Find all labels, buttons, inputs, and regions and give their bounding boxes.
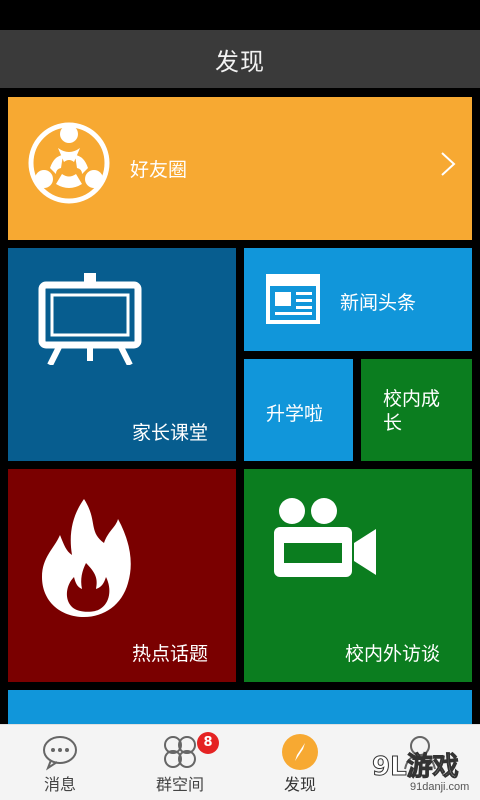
tile-hot-topics[interactable]: 热点话题 (8, 469, 236, 682)
tab-discover[interactable]: 发现 (240, 725, 360, 800)
status-bar (0, 0, 480, 30)
tile-hot-topics-label: 热点话题 (132, 643, 209, 665)
tile-interviews-label: 校内外访谈 (345, 643, 441, 665)
tile-news-headlines[interactable]: 新闻头条 (244, 248, 472, 351)
tile-school-admission-label: 升学啦 (266, 403, 324, 425)
tile-friends-circle-label: 好友圈 (130, 159, 188, 181)
newspaper-icon (266, 274, 320, 324)
tile-news-headlines-label: 新闻头条 (340, 292, 417, 314)
watermark-url: 91danji.com (410, 781, 470, 793)
tile-interviews[interactable]: 校内外访谈 (244, 469, 472, 682)
unread-badge: 8 (197, 732, 219, 754)
tab-messages[interactable]: 消息 (0, 725, 120, 800)
group-flower-icon (164, 736, 196, 768)
tab-discover-label: 发现 (283, 775, 316, 794)
tile-friends-circle[interactable]: 好友圈 (8, 97, 472, 240)
header-bar: 发现 (0, 30, 480, 88)
tab-messages-label: 消息 (43, 775, 76, 794)
tile-parent-class-label: 家长课堂 (132, 422, 209, 444)
tile-parent-class[interactable]: 家长课堂 (8, 248, 236, 461)
watermark: 9L游戏 91danji.com (372, 746, 472, 796)
chat-bubble-icon (43, 736, 77, 771)
compass-icon (282, 734, 318, 770)
friends-circle-logo-icon (28, 122, 110, 204)
tile-school-admission[interactable]: 升学啦 (244, 359, 353, 461)
tab-group-space[interactable]: 8 群空间 (120, 725, 240, 800)
flame-icon (42, 499, 131, 617)
video-camera-icon (274, 498, 376, 577)
tile-campus-growth[interactable]: 校内成长 (361, 359, 472, 461)
easel-board-icon (38, 273, 142, 365)
chevron-right-icon (441, 152, 456, 176)
tab-group-space-label: 群空间 (155, 775, 204, 794)
watermark-text: 9L游戏 (372, 752, 460, 783)
page-title: 发现 (215, 47, 265, 76)
tile-campus-growth-label: 校内成长 (383, 388, 441, 434)
